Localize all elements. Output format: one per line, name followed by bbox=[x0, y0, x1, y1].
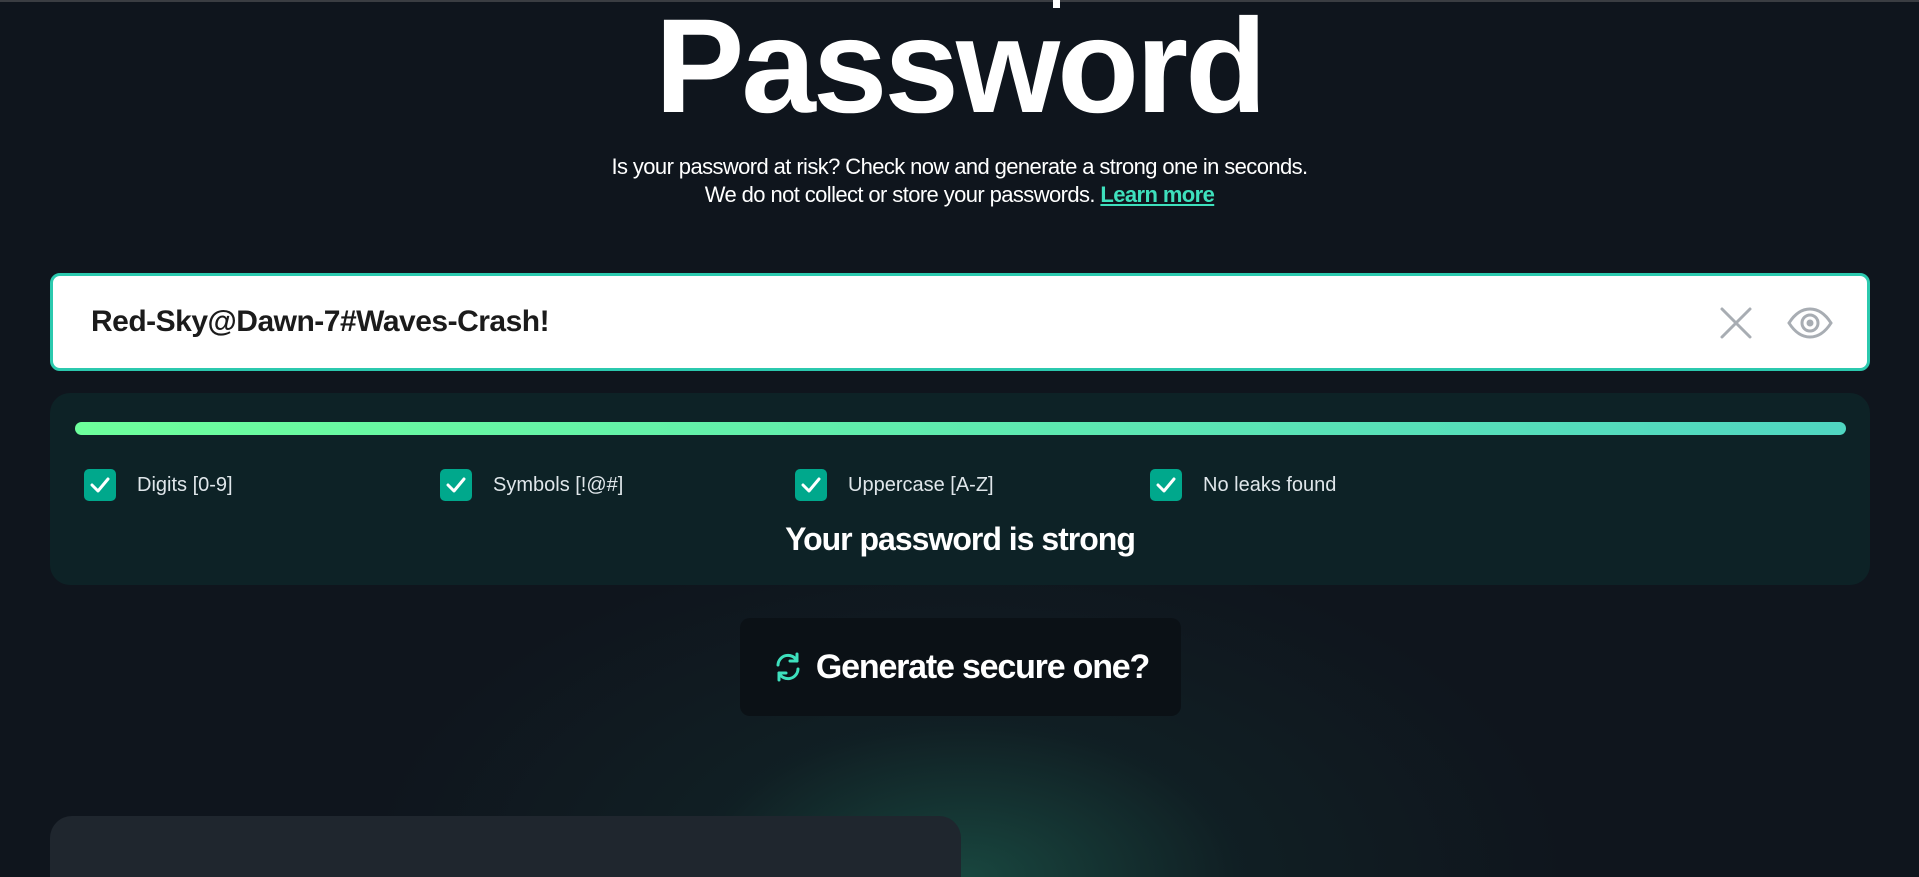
checkbox-checked-icon bbox=[1150, 469, 1182, 501]
subtitle-line-2: We do not collect or store your password… bbox=[0, 182, 1919, 208]
subtitle-line-1: Is your password at risk? Check now and … bbox=[611, 154, 1308, 179]
privacy-note: We do not collect or store your password… bbox=[704, 182, 1096, 207]
check-label: Uppercase [A-Z] bbox=[848, 473, 994, 496]
strength-panel: Digits [0-9] Symbols [!@#] Uppercase [A-… bbox=[50, 393, 1870, 585]
password-input[interactable] bbox=[91, 276, 1591, 368]
generate-label: Generate secure one? bbox=[815, 647, 1150, 686]
check-label: Digits [0-9] bbox=[137, 473, 233, 496]
generate-password-button[interactable]: Generate secure one? bbox=[740, 618, 1181, 716]
checkbox-checked-icon bbox=[440, 469, 472, 501]
close-icon[interactable] bbox=[1716, 303, 1756, 348]
check-no-leaks: No leaks found bbox=[1150, 469, 1336, 501]
strength-message: Your password is strong bbox=[785, 521, 1136, 557]
page-title: Password bbox=[654, 0, 1267, 141]
eye-icon[interactable] bbox=[1786, 303, 1834, 348]
check-label: Symbols [!@#] bbox=[493, 473, 624, 496]
info-card bbox=[50, 816, 961, 877]
checkbox-checked-icon bbox=[84, 469, 116, 501]
refresh-icon bbox=[776, 652, 800, 682]
check-uppercase: Uppercase [A-Z] bbox=[795, 469, 994, 501]
strength-bar bbox=[75, 422, 1846, 435]
password-field[interactable] bbox=[50, 273, 1870, 371]
check-label: No leaks found bbox=[1203, 473, 1337, 496]
checkbox-checked-icon bbox=[795, 469, 827, 501]
check-digits: Digits [0-9] bbox=[84, 469, 233, 501]
learn-more-link[interactable]: Learn more bbox=[1100, 182, 1214, 207]
check-symbols: Symbols [!@#] bbox=[440, 469, 623, 501]
